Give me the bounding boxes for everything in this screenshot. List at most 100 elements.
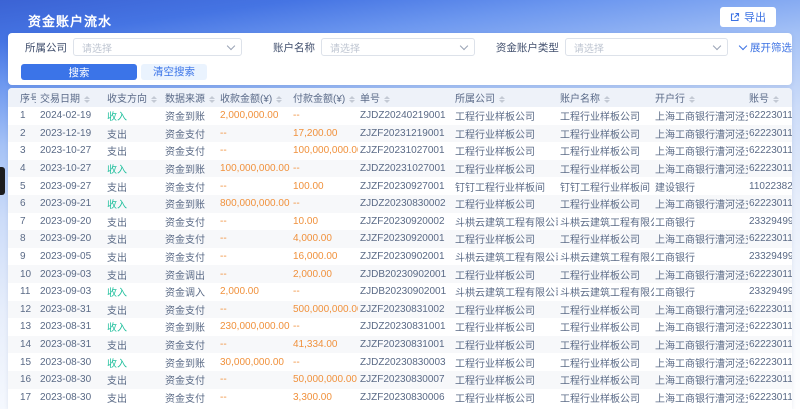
cell-seq: 13 xyxy=(8,318,36,336)
cell-account_name: 工程行业样板公司 xyxy=(558,318,654,336)
cell-bank: 上海工商银行漕河泾支行 xyxy=(654,371,748,389)
sort-icon[interactable] xyxy=(604,96,610,104)
table-row: 112023-09-03收入资金调入2,000.00--ZJDB20230902… xyxy=(8,283,792,301)
column-header-account_name[interactable]: 账户名称 xyxy=(558,88,654,107)
cell-source: 资金支付 xyxy=(164,389,218,407)
export-button[interactable]: 导出 xyxy=(720,7,776,27)
cell-account_name: 工程行业样板公司 xyxy=(558,160,654,178)
cell-date: 2023-08-30 xyxy=(36,389,102,407)
column-header-company[interactable]: 所属公司 xyxy=(454,88,558,107)
cell-order_no: ZJZF20230920001 xyxy=(358,230,454,248)
column-header-source[interactable]: 数据来源 xyxy=(164,88,218,107)
cell-income: -- xyxy=(218,125,291,143)
clear-search-button[interactable]: 清空搜索 xyxy=(141,64,207,80)
column-label: 付款金额(¥) xyxy=(293,94,345,105)
sort-icon[interactable] xyxy=(773,96,779,104)
cell-income: -- xyxy=(218,371,291,389)
cell-seq: 14 xyxy=(8,336,36,354)
cell-account_name: 工程行业样板公司 xyxy=(558,265,654,283)
cell-direction: 支出 xyxy=(102,142,164,160)
cell-company: 工程行业样板公司 xyxy=(454,160,558,178)
cell-bank: 上海工商银行漕河泾支行 xyxy=(654,230,748,248)
column-header-income[interactable]: 收款金额(¥) xyxy=(218,88,291,107)
cell-bank: 上海工商银行漕河泾支行 xyxy=(654,353,748,371)
sort-icon[interactable] xyxy=(209,96,215,104)
cell-direction: 支出 xyxy=(102,389,164,407)
sort-icon[interactable] xyxy=(84,96,90,104)
column-header-bank[interactable]: 开户行 xyxy=(654,88,748,107)
cell-account_no: 622230111 xyxy=(748,195,792,213)
sort-icon[interactable] xyxy=(384,96,390,104)
cell-account_no: 622230111 xyxy=(748,230,792,248)
cell-bank: 上海工商银行漕河泾支行 xyxy=(654,160,748,178)
cell-date: 2023-08-31 xyxy=(36,318,102,336)
cell-account_name: 工程行业样板公司 xyxy=(558,107,654,125)
cell-payment: -- xyxy=(291,353,358,371)
cell-payment: 10.00 xyxy=(291,213,358,231)
cell-bank: 上海工商银行漕河泾支行 xyxy=(654,336,748,354)
column-header-direction[interactable]: 收支方向 xyxy=(102,88,164,107)
cell-payment: -- xyxy=(291,107,358,125)
cell-account_no: 622230111 xyxy=(748,318,792,336)
cell-income: -- xyxy=(218,265,291,283)
company-select[interactable]: 请选择 xyxy=(73,38,242,56)
cell-account_no: 622230111 xyxy=(748,142,792,160)
cell-income: -- xyxy=(218,142,291,160)
table-row: 142023-08-31支出资金支付--41,334.00ZJZF2023083… xyxy=(8,336,792,354)
column-header-order_no[interactable]: 单号 xyxy=(358,88,454,107)
left-edge-handle[interactable] xyxy=(0,167,5,195)
cell-company: 工程行业样板公司 xyxy=(454,107,558,125)
cell-order_no: ZJZF20230831001 xyxy=(358,336,454,354)
cell-seq: 10 xyxy=(8,265,36,283)
cell-order_no: ZJDZ20240219001 xyxy=(358,107,454,125)
column-header-payment[interactable]: 付款金额(¥) xyxy=(291,88,358,107)
cell-bank: 上海工商银行漕河泾支行 xyxy=(654,125,748,143)
cell-direction: 支出 xyxy=(102,265,164,283)
cell-date: 2023-09-05 xyxy=(36,248,102,266)
sort-icon[interactable] xyxy=(689,96,695,104)
table-row: 92023-09-05支出资金支付--16,000.00ZJZF20230902… xyxy=(8,248,792,266)
cell-account_name: 工程行业样板公司 xyxy=(558,371,654,389)
column-label: 序号 xyxy=(20,94,36,105)
cell-payment: -- xyxy=(291,283,358,301)
cell-income: 230,000,000.00 xyxy=(218,318,291,336)
cell-account_no: 622230111 xyxy=(748,107,792,125)
cell-account_name: 工程行业样板公司 xyxy=(558,336,654,354)
sort-icon[interactable] xyxy=(499,96,505,104)
cell-bank: 上海工商银行漕河泾支行 xyxy=(654,301,748,319)
cell-company: 工程行业样板公司 xyxy=(454,371,558,389)
cell-direction: 收入 xyxy=(102,283,164,301)
cell-order_no: ZJDZ20231027001 xyxy=(358,160,454,178)
cell-seq: 17 xyxy=(8,389,36,407)
sort-icon[interactable] xyxy=(349,96,355,104)
cell-income: -- xyxy=(218,248,291,266)
sort-icon[interactable] xyxy=(151,96,157,104)
chevron-down-icon xyxy=(459,42,467,50)
cell-income: -- xyxy=(218,301,291,319)
expand-filters-link[interactable]: 展开筛选 xyxy=(740,40,792,55)
cell-company: 工程行业样板公司 xyxy=(454,142,558,160)
cell-seq: 12 xyxy=(8,301,36,319)
cell-source: 资金支付 xyxy=(164,177,218,195)
export-icon xyxy=(730,12,740,22)
cell-order_no: ZJDB20230902001 xyxy=(358,283,454,301)
column-header-account_no[interactable]: 账号 xyxy=(748,88,792,107)
column-header-date[interactable]: 交易日期 xyxy=(36,88,102,107)
account-name-select[interactable]: 请选择 xyxy=(321,38,475,56)
cell-source: 资金支付 xyxy=(164,248,218,266)
cell-order_no: ZJZF20230830006 xyxy=(358,389,454,407)
cell-date: 2023-09-27 xyxy=(36,177,102,195)
cell-bank: 上海工商银行漕河泾支行 xyxy=(654,318,748,336)
cell-direction: 支出 xyxy=(102,248,164,266)
cell-account_no: 233294995 xyxy=(748,283,792,301)
cell-income: -- xyxy=(218,336,291,354)
sort-icon[interactable] xyxy=(276,96,282,104)
cell-order_no: ZJZF20231027001 xyxy=(358,142,454,160)
table-row: 52023-09-27支出资金支付--100.00ZJZF20230927001… xyxy=(8,177,792,195)
cell-payment: -- xyxy=(291,318,358,336)
cell-income: -- xyxy=(218,389,291,407)
account-type-select[interactable]: 请选择 xyxy=(565,38,728,56)
search-button[interactable]: 搜索 xyxy=(21,64,137,80)
flow-table-card: 序号交易日期收支方向数据来源收款金额(¥)付款金额(¥) 单号所属公司账户名称开户… xyxy=(8,88,792,409)
cell-company: 工程行业样板公司 xyxy=(454,353,558,371)
